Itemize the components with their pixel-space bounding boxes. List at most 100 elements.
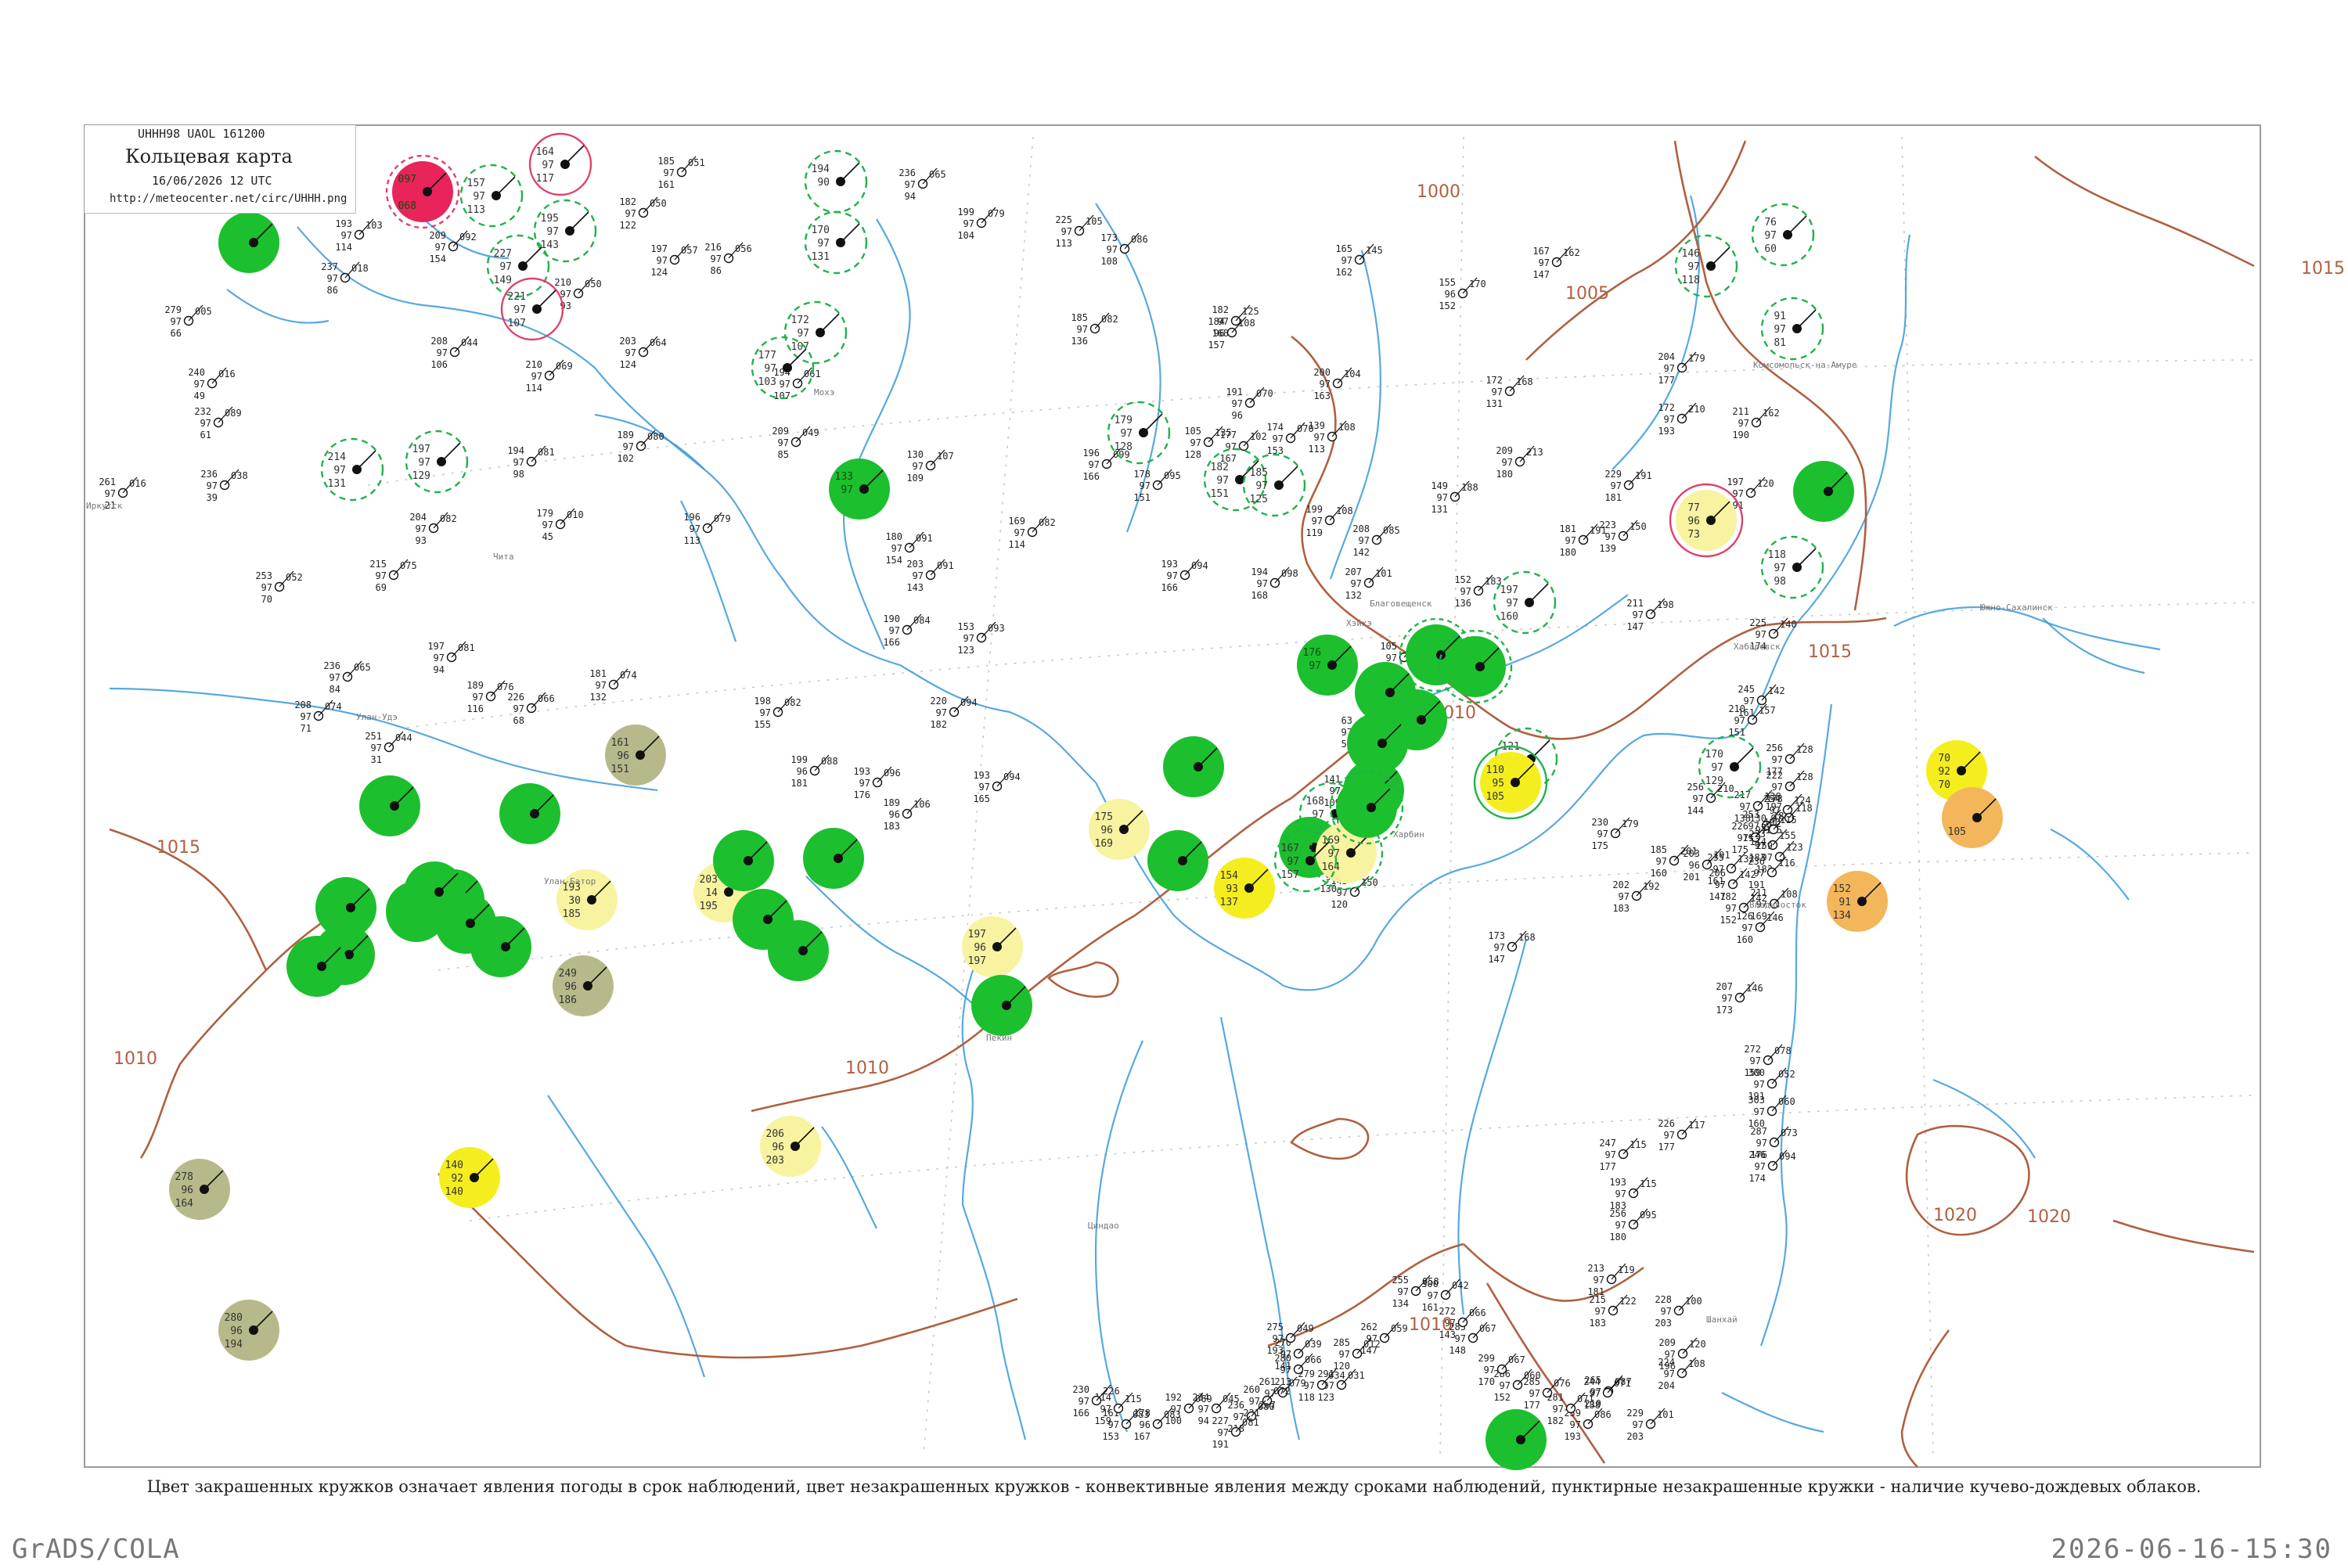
- plot-humidity: 97: [1597, 829, 1608, 840]
- plot-temp: 299: [1478, 1353, 1495, 1364]
- station-plot: 19397176 096: [853, 766, 900, 800]
- station-plot: 19897155 082: [754, 696, 801, 730]
- station-plot: 16997114 082: [1008, 516, 1055, 550]
- plot-humidity: 97: [1079, 1396, 1089, 1407]
- station-marker: [1163, 736, 1224, 797]
- plot-pressure: 103: [366, 220, 383, 231]
- station-plot: 16797147 162: [1532, 246, 1579, 280]
- plot-humidity: 97: [1500, 1380, 1511, 1391]
- plot-pressure: 150: [1361, 877, 1378, 888]
- station-plot: 2109793050: [554, 277, 601, 311]
- plot-temp: 202: [1612, 879, 1630, 890]
- plot-dewpoint: 85: [778, 449, 789, 460]
- plot-humidity: 97: [859, 778, 870, 789]
- station-marker: 172 97107: [783, 300, 848, 365]
- plot-pressure: 082: [1039, 517, 1056, 528]
- plot-dewpoint: 166: [1082, 471, 1100, 482]
- plot-temp: 192: [1165, 1392, 1182, 1403]
- plot-temp: 203: [906, 559, 924, 570]
- plot-temp: 207: [1716, 981, 1733, 992]
- plot-dewpoint: 154: [885, 555, 902, 566]
- plot-temp: 204: [1658, 351, 1675, 362]
- station-plot: 19397114 103: [335, 218, 382, 253]
- plot-humidity: 97: [1273, 1333, 1284, 1344]
- station-temp: 169: [1322, 835, 1340, 847]
- station-plot: 2539770 052: [255, 570, 302, 605]
- plot-dewpoint: 169: [1750, 911, 1767, 922]
- wind-barb: [536, 290, 556, 310]
- plot-dewpoint: 106: [430, 359, 448, 370]
- plot-temp: 272: [1744, 1044, 1761, 1055]
- plot-dewpoint: 84: [330, 684, 340, 695]
- plot-humidity: 97: [437, 347, 448, 358]
- plot-dewpoint: 119: [1305, 527, 1323, 538]
- plot-humidity: 97: [1351, 578, 1362, 589]
- plot-pressure: 070: [1256, 388, 1273, 399]
- plot-humidity: 97: [1232, 398, 1243, 409]
- plot-dewpoint: 96: [1232, 410, 1243, 421]
- station-marker: 77 96 73: [1669, 483, 1744, 558]
- plot-temp: 165: [1335, 243, 1352, 254]
- place-label: Пекин: [986, 1033, 1012, 1043]
- station-humidity: 97: [473, 191, 485, 203]
- plot-dewpoint: 201: [1683, 872, 1700, 883]
- station-plot: 23097175 179: [1591, 817, 1638, 851]
- plot-pressure: 012: [1363, 1339, 1381, 1350]
- station-temp: 249: [559, 968, 577, 980]
- station-marker: 105: [1942, 787, 2003, 848]
- station-marker: 19597143: [533, 199, 597, 263]
- plot-temp: 130: [906, 449, 924, 460]
- station-humidity: 97: [1287, 856, 1299, 868]
- plot-temp: 210: [554, 277, 571, 288]
- plot-temp: 223: [1599, 520, 1616, 530]
- plot-humidity: 97: [664, 167, 675, 178]
- station-dewpoint: 160: [1500, 611, 1518, 623]
- wind-barb: [1787, 215, 1807, 236]
- plot-humidity: 97: [261, 582, 272, 593]
- plot-temp: 211: [1750, 887, 1767, 898]
- station-marker: [713, 830, 774, 891]
- plot-dewpoint: 132: [589, 692, 607, 703]
- station-plot: 21397181119: [1587, 1263, 1634, 1297]
- plot-humidity: 97: [1553, 1404, 1564, 1415]
- plot-temp: 237: [321, 261, 338, 272]
- plot-pressure: 150: [1630, 521, 1647, 532]
- station-plot: 19097166 084: [883, 613, 930, 648]
- plot-dewpoint: 136: [1454, 598, 1471, 609]
- station-plot: 17297193 210: [1658, 402, 1705, 437]
- plot-humidity: 97: [1633, 1419, 1644, 1430]
- plot-temp: 167: [1532, 246, 1550, 257]
- plot-humidity: 97: [1754, 1106, 1765, 1117]
- station-plot: 22497204 108: [1658, 1357, 1705, 1391]
- station-marker: 097 068: [385, 154, 460, 229]
- plot-pressure: 031: [1348, 1370, 1365, 1381]
- wind-barb: [1796, 548, 1817, 568]
- plot-temp: 193: [1609, 1177, 1626, 1188]
- isobar-label: 1015: [1808, 642, 1852, 662]
- plot-pressure: 074: [325, 701, 342, 712]
- station-plot: 14997131 188: [1431, 480, 1478, 515]
- plot-pressure: 157: [1759, 705, 1776, 716]
- plot-humidity: 97: [207, 480, 218, 491]
- plot-pressure: 039: [1305, 1339, 1322, 1350]
- plot-dewpoint: 182: [930, 719, 947, 730]
- plot-dewpoint: 143: [1439, 1329, 1456, 1340]
- plot-pressure: 108: [1336, 505, 1353, 516]
- station-plot: 19797124 057: [650, 243, 697, 278]
- plot-dewpoint: 180: [1559, 547, 1576, 558]
- plot-humidity: 97: [542, 520, 553, 530]
- plot-dewpoint: 107: [773, 390, 790, 401]
- station-humidity: 90: [817, 177, 830, 189]
- plot-dewpoint: 160: [1650, 868, 1667, 879]
- plot-dewpoint: 165: [973, 793, 990, 804]
- isobar-label: 1020: [2027, 1207, 2071, 1227]
- plot-dewpoint: 114: [525, 383, 542, 394]
- plot-humidity: 97: [1107, 244, 1118, 255]
- plot-pressure: 071: [1614, 1378, 1631, 1389]
- station-humidity: 97: [1774, 563, 1786, 574]
- plot-humidity: 97: [105, 488, 116, 499]
- station-marker: 13397: [829, 459, 890, 520]
- plot-dewpoint: 132: [1345, 590, 1362, 601]
- wind-barb: [441, 442, 461, 462]
- plot-humidity: 97: [1502, 457, 1513, 468]
